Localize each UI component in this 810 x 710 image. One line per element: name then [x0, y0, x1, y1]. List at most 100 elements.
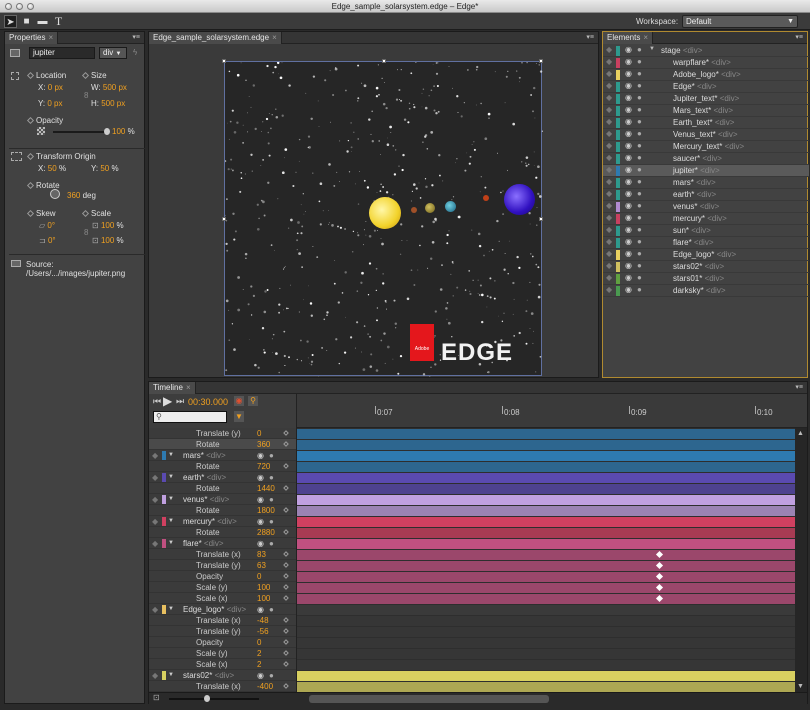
keyframe-diamond-icon[interactable]: [283, 507, 289, 513]
element-row[interactable]: ◆ ◉ ● warpflare* <div>: [603, 57, 809, 69]
visibility-dot-icon[interactable]: ●: [637, 237, 642, 246]
timeline-property-row[interactable]: Scale (x) 2: [149, 659, 296, 670]
timeline-bar[interactable]: [297, 583, 795, 593]
rotate-dial-icon[interactable]: [50, 189, 60, 199]
property-value[interactable]: -56: [257, 627, 269, 636]
edge-logo[interactable]: EDGE: [441, 339, 513, 367]
text-tool-icon[interactable]: T: [52, 15, 65, 28]
property-value[interactable]: 63: [257, 561, 266, 570]
eye-icon[interactable]: ◉: [625, 117, 632, 126]
timeline-element-row[interactable]: ◆ ▼ venus* <div> ◉ ●: [149, 494, 296, 505]
eye-icon[interactable]: ◉: [625, 105, 632, 114]
keyframe-diamond-icon[interactable]: [283, 562, 289, 568]
eye-icon[interactable]: ◉: [257, 671, 264, 680]
rewind-icon[interactable]: ⏮: [153, 396, 161, 407]
lock-icon[interactable]: ◆: [606, 177, 612, 186]
close-icon[interactable]: ×: [48, 33, 53, 42]
visibility-dot-icon[interactable]: ●: [637, 285, 642, 294]
lock-icon[interactable]: ◆: [606, 141, 612, 150]
keyframe-diamond-icon[interactable]: [283, 661, 289, 667]
close-icon[interactable]: ×: [186, 383, 191, 392]
timeline-search-input[interactable]: ⚲: [153, 411, 227, 423]
play-icon[interactable]: ▶: [163, 394, 172, 408]
autokeyframe-icon[interactable]: ◉: [234, 396, 244, 406]
panel-menu-icon[interactable]: ▾≡: [586, 33, 594, 41]
property-value[interactable]: 720: [257, 462, 270, 471]
scroll-up-icon[interactable]: ▲: [797, 430, 804, 437]
eye-icon[interactable]: ◉: [625, 69, 632, 78]
visibility-dot-icon[interactable]: ●: [269, 605, 274, 614]
eye-icon[interactable]: ◉: [625, 225, 632, 234]
element-type-select[interactable]: div ▼: [99, 47, 127, 59]
timeline-property-row[interactable]: Translate (x) 83: [149, 549, 296, 560]
opacity-value[interactable]: 100: [112, 127, 125, 136]
close-window-button[interactable]: [5, 3, 12, 10]
timeline-bar[interactable]: [297, 649, 795, 659]
timeline-bar[interactable]: [297, 539, 795, 549]
origin-y-value[interactable]: 50: [100, 164, 109, 173]
keyframe-diamond-icon[interactable]: [283, 529, 289, 535]
keyframe-diamond-icon[interactable]: [283, 639, 289, 645]
lock-icon[interactable]: ◆: [606, 261, 612, 270]
panel-menu-icon[interactable]: ▾≡: [132, 33, 140, 41]
property-value[interactable]: -48: [257, 616, 269, 625]
visibility-dot-icon[interactable]: ●: [269, 451, 274, 460]
visibility-dot-icon[interactable]: ●: [269, 495, 274, 504]
element-row[interactable]: ◆ ◉ ● stage <div> ▼: [603, 45, 809, 57]
element-row[interactable]: ◆ ◉ ● jupiter* <div>: [603, 165, 809, 177]
timeline-property-row[interactable]: Opacity 0: [149, 637, 296, 648]
lock-icon[interactable]: ◆: [606, 153, 612, 162]
rectangle-tool-icon[interactable]: ■: [20, 15, 33, 28]
visibility-dot-icon[interactable]: ●: [269, 671, 274, 680]
lock-icon[interactable]: ◆: [152, 495, 158, 504]
property-value[interactable]: 1440: [257, 484, 275, 493]
eye-icon[interactable]: ◉: [625, 93, 632, 102]
timeline-scrollbar[interactable]: ▲ ▼: [795, 428, 807, 692]
visibility-dot-icon[interactable]: ●: [637, 261, 642, 270]
timeline-property-row[interactable]: Scale (y) 2: [149, 648, 296, 659]
eye-icon[interactable]: ◉: [625, 201, 632, 210]
lock-icon[interactable]: ◆: [606, 273, 612, 282]
venus[interactable]: [425, 203, 435, 213]
visibility-dot-icon[interactable]: ●: [637, 93, 642, 102]
timeline-bar[interactable]: [297, 440, 795, 450]
eye-icon[interactable]: ◉: [625, 141, 632, 150]
lock-icon[interactable]: ◆: [606, 165, 612, 174]
timeline-bar[interactable]: [297, 616, 795, 626]
keyframe-diamond-icon[interactable]: [283, 683, 289, 689]
expand-triangle-icon[interactable]: ▼: [168, 518, 174, 524]
visibility-dot-icon[interactable]: ●: [269, 539, 274, 548]
element-row[interactable]: ◆ ◉ ● flare* <div>: [603, 237, 809, 249]
lock-icon[interactable]: ◆: [606, 69, 612, 78]
keyframe-diamond-icon[interactable]: [283, 628, 289, 634]
eye-icon[interactable]: ◉: [625, 285, 632, 294]
keyframe-diamond-icon[interactable]: [26, 116, 35, 125]
element-row[interactable]: ◆ ◉ ● stars02* <div>: [603, 261, 809, 273]
eye-icon[interactable]: ◉: [625, 45, 632, 54]
lock-icon[interactable]: ◆: [606, 105, 612, 114]
eye-icon[interactable]: ◉: [625, 213, 632, 222]
timeline-property-row[interactable]: Translate (y) 63: [149, 560, 296, 571]
element-row[interactable]: ◆ ◉ ● venus* <div>: [603, 201, 809, 213]
element-row[interactable]: ◆ ◉ ● Earth_text* <div>: [603, 117, 809, 129]
property-value[interactable]: 2880: [257, 528, 275, 537]
selection-handle[interactable]: [222, 217, 226, 221]
element-row[interactable]: ◆ ◉ ● saucer* <div>: [603, 153, 809, 165]
eye-icon[interactable]: ◉: [625, 129, 632, 138]
timeline-bar[interactable]: [297, 671, 795, 681]
element-row[interactable]: ◆ ◉ ● mars* <div>: [603, 177, 809, 189]
lock-icon[interactable]: ◆: [606, 93, 612, 102]
timeline-bar[interactable]: [297, 638, 795, 648]
eye-icon[interactable]: ◉: [625, 165, 632, 174]
timeline-element-row[interactable]: ◆ ▼ mars* <div> ◉ ●: [149, 450, 296, 461]
property-value[interactable]: -400: [257, 682, 273, 691]
lock-icon[interactable]: ◆: [606, 117, 612, 126]
keyframe-diamond-icon[interactable]: [26, 152, 35, 161]
rotate-value[interactable]: 360: [67, 191, 80, 200]
timeline-property-row[interactable]: Rotate 1440: [149, 483, 296, 494]
timeline-property-row[interactable]: Translate (x) -400: [149, 681, 296, 692]
timeline-property-row[interactable]: Rotate 720: [149, 461, 296, 472]
visibility-dot-icon[interactable]: ●: [637, 45, 642, 54]
sun[interactable]: [369, 197, 401, 229]
mars[interactable]: [483, 195, 489, 201]
